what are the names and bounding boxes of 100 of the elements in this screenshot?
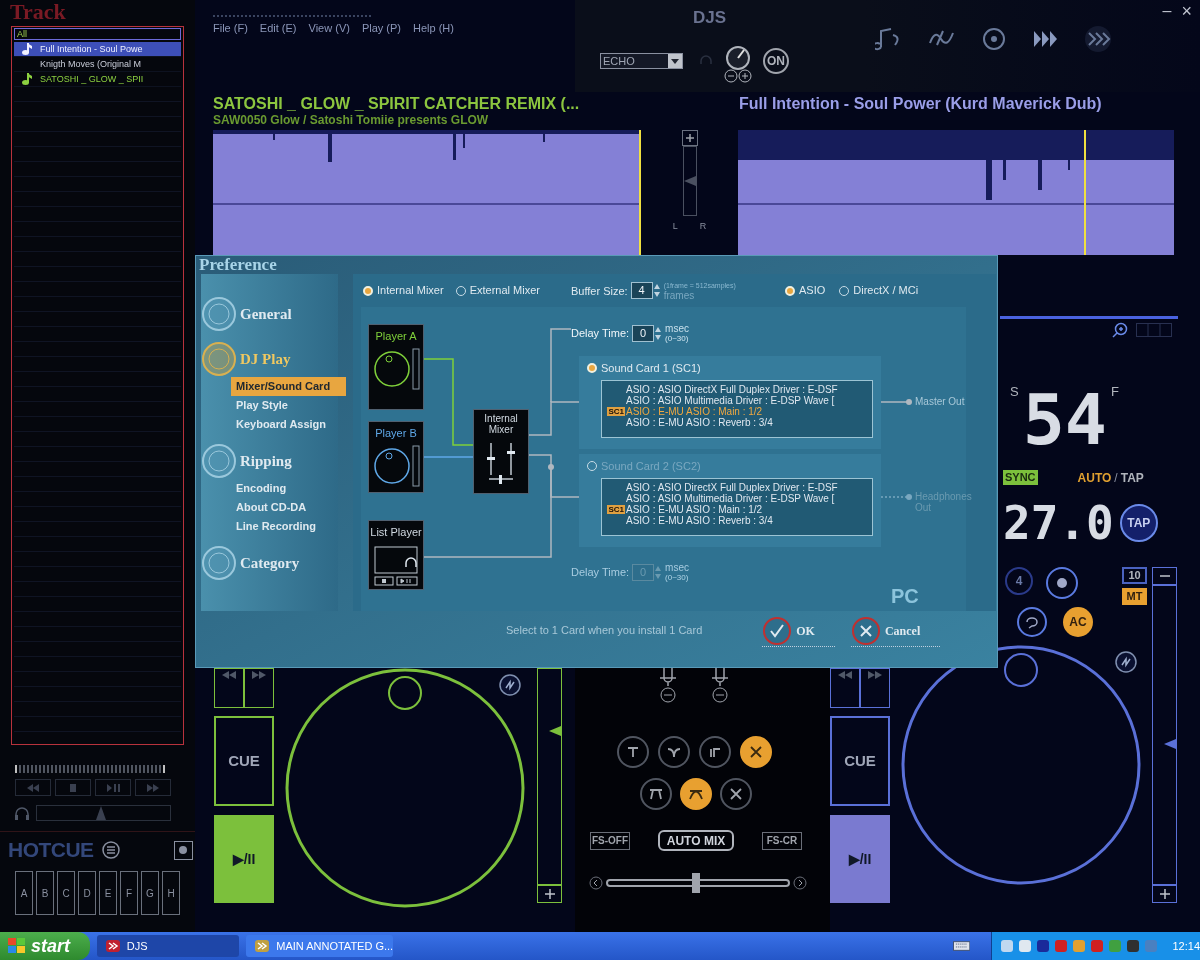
driver-entry[interactable]: ASIO : E-MU ASIO : Main : 1/2	[626, 504, 763, 515]
effect-toggle-button[interactable]	[680, 778, 712, 810]
pitch-slider[interactable]	[1152, 585, 1177, 885]
slider-thumb[interactable]	[683, 176, 696, 186]
pitch-range-label[interactable]: 10	[1122, 567, 1147, 584]
filter-field[interactable]: All	[14, 28, 181, 40]
turntable-drawing[interactable]	[285, 668, 525, 908]
tap-button[interactable]: TAP	[1119, 504, 1158, 542]
nav-subitem[interactable]: Play Style	[231, 396, 346, 415]
track-row[interactable]: SATOSHI _ GLOW _ SPII	[14, 72, 181, 87]
play-pause-button[interactable]: ▶/II	[830, 815, 890, 903]
menu-item[interactable]: File (F)	[213, 20, 248, 37]
radio-option[interactable]: External Mixer	[455, 282, 540, 299]
turntable-drawing[interactable]	[901, 645, 1141, 885]
number-field[interactable]: 0	[632, 324, 655, 342]
nav-subitem[interactable]: About CD-DA	[231, 498, 346, 517]
effect-toggle-button[interactable]	[658, 736, 690, 768]
monitor-slider[interactable]	[36, 805, 171, 821]
hotcue-key[interactable]: H	[162, 871, 180, 915]
fader-end-drawing	[658, 668, 678, 704]
vertical-slider[interactable]	[682, 146, 697, 216]
driver-entry[interactable]: ASIO : ASIO DirectX Full Duplex Driver : E-DSF	[626, 482, 838, 493]
record-button[interactable]	[1046, 567, 1078, 599]
menu-item[interactable]: Edit (E)	[259, 20, 297, 37]
fs-off-button[interactable]: FS-OFF	[590, 831, 630, 850]
effect-toggle-button[interactable]	[617, 736, 649, 768]
nav-item[interactable]: General	[240, 302, 292, 326]
menu-item[interactable]: Help (H)	[413, 20, 454, 37]
nav-subitem[interactable]: Keyboard Assign	[231, 415, 346, 434]
auto-mix-button[interactable]: AUTO MIX	[658, 830, 734, 851]
hotcue-key[interactable]: A	[15, 871, 33, 915]
nav-subitem[interactable]: Mixer/Sound Card	[231, 377, 346, 396]
driver-entry[interactable]: ASIO : ASIO DirectX Full Duplex Driver : E-DSF	[626, 384, 838, 395]
driver-entry[interactable]: ASIO : E-MU ASIO : Main : 1/2	[626, 406, 763, 417]
nav-subitem[interactable]: Encoding	[231, 479, 346, 498]
hotcue-key[interactable]: G	[141, 871, 159, 915]
radio-option[interactable]: DirectX / MCi	[839, 282, 919, 299]
headphones-icon	[14, 806, 30, 820]
sync-badge[interactable]: SYNC	[1003, 470, 1038, 485]
plus-icon	[681, 130, 698, 146]
slider-thumb[interactable]	[1164, 738, 1176, 749]
effect-toggle-button[interactable]	[699, 736, 731, 768]
crossfader-thumb[interactable]	[692, 873, 701, 893]
taskbar-button[interactable]: MAIN ANNOTATED G...	[246, 935, 394, 957]
crossfader[interactable]	[606, 873, 790, 893]
auto-label[interactable]: AUTO	[1077, 468, 1112, 487]
nav-subitem[interactable]: Line Recording	[231, 517, 346, 536]
nav-item[interactable]: Category	[240, 551, 300, 575]
slider-thumb[interactable]	[549, 726, 561, 737]
menu-item[interactable]: View (V)	[308, 20, 350, 37]
effect-on-button[interactable]: ON	[763, 48, 789, 74]
master-tempo-badge[interactable]: MT	[1122, 588, 1147, 605]
tap-mode-label[interactable]: TAP	[1120, 468, 1144, 487]
skip-back-button[interactable]	[214, 668, 244, 708]
number-field[interactable]: 4	[630, 282, 653, 299]
radio-option[interactable]: Internal Mixer	[363, 282, 444, 299]
minimize-button[interactable]: –	[1162, 0, 1172, 22]
hotcue-key[interactable]: E	[99, 871, 117, 915]
auto-cue-button[interactable]: AC	[1063, 607, 1093, 637]
record-button[interactable]	[173, 840, 193, 860]
slider-thumb[interactable]	[95, 806, 106, 820]
effect-toggle-button[interactable]	[740, 736, 772, 768]
skip-forward-button[interactable]	[860, 668, 890, 708]
play-pause-button[interactable]: ▶/II	[214, 815, 274, 903]
fs-cr-button[interactable]: FS-CR	[762, 831, 802, 850]
cue-button[interactable]: CUE	[214, 716, 274, 806]
effect-toggle-button[interactable]	[720, 778, 752, 810]
driver-entry[interactable]: ASIO : ASIO Multimedia Driver : E-DSP Wave [	[626, 395, 835, 406]
close-button[interactable]: ×	[1181, 0, 1192, 22]
taskbar-button[interactable]: DJS	[96, 935, 240, 957]
loop-button[interactable]	[1017, 607, 1047, 637]
dot-icon	[178, 845, 188, 855]
hotcue-key[interactable]: C	[57, 871, 75, 915]
tray-icon	[1090, 939, 1105, 953]
zoom-in-icon	[1112, 322, 1128, 338]
radio-option[interactable]: Sound Card 1 (SC1)	[587, 359, 701, 377]
driver-entry[interactable]: ASIO : E-MU ASIO : Reverb : 3/4	[626, 417, 773, 428]
ok-button[interactable]: OK	[762, 616, 835, 647]
hotcue-key[interactable]: F	[120, 871, 138, 915]
driver-entry[interactable]: ASIO : ASIO Multimedia Driver : E-DSP Wave [	[626, 493, 835, 504]
effect-select[interactable]: ECHO	[600, 53, 683, 69]
nav-item[interactable]: Ripping	[240, 449, 292, 473]
cue-button[interactable]: CUE	[830, 716, 890, 806]
track-row[interactable]: Full Intention - Soul Powe	[14, 42, 181, 57]
cancel-button[interactable]: Cancel	[850, 616, 941, 647]
driver-entry[interactable]: ASIO : E-MU ASIO : Reverb : 3/4	[626, 515, 773, 526]
menu-item[interactable]: Play (P)	[361, 20, 401, 37]
radio-option[interactable]: ASIO	[785, 282, 826, 299]
skip-back-button[interactable]	[830, 668, 860, 708]
effect-toggle-button[interactable]	[640, 778, 672, 810]
dialog-title: Preference	[198, 256, 278, 274]
player-label: Player B	[375, 426, 417, 441]
track-row[interactable]: Knigth Moves (Original M	[14, 57, 181, 72]
hotcue-key[interactable]: B	[36, 871, 54, 915]
hotcue-key[interactable]: D	[78, 871, 96, 915]
output-label: Headphones Out	[915, 491, 973, 513]
start-button[interactable]: start	[0, 932, 90, 960]
skip-forward-button[interactable]	[244, 668, 274, 708]
hotcue-number-button[interactable]: 4	[1005, 567, 1033, 595]
pitch-slider[interactable]	[537, 668, 562, 885]
